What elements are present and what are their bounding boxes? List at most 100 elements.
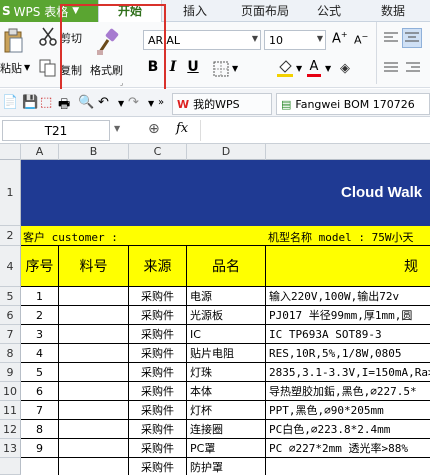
row-header-7[interactable]: 7 [0,325,21,344]
header-source[interactable]: 来源 [129,246,187,287]
italic-button[interactable]: I [166,59,180,75]
row-header-14[interactable] [0,458,21,475]
table-cell-name[interactable]: 灯珠 [187,363,266,382]
table-cell-part-no[interactable] [59,306,129,325]
column-header-d[interactable]: D [187,144,266,160]
table-cell-seq[interactable]: 4 [21,344,59,363]
name-box[interactable]: T21 [2,120,110,141]
tab-formulas[interactable]: 公式 [306,0,352,22]
table-cell-seq[interactable] [21,458,59,475]
table-cell-source[interactable]: 采购件 [129,420,187,439]
align-center-icon[interactable] [402,28,422,48]
table-cell-seq[interactable]: 6 [21,382,59,401]
font-size-select[interactable]: 10 ▼ [264,30,326,50]
zoom-icon[interactable]: ⊕ [148,121,160,137]
row-header-8[interactable]: 8 [0,344,21,363]
table-cell-source[interactable]: 采购件 [129,287,187,306]
header-name[interactable]: 品名 [187,246,266,287]
table-cell-seq[interactable]: 9 [21,439,59,458]
table-cell-name[interactable]: 灯杯 [187,401,266,420]
align-left-icon[interactable] [382,30,400,46]
table-cell-source[interactable]: 采购件 [129,401,187,420]
fill-color-icon[interactable] [276,58,294,78]
chevron-down-icon[interactable]: ▼ [24,63,30,72]
row-header-4[interactable]: 4 [0,246,21,287]
table-cell-spec[interactable] [266,458,430,475]
table-cell-seq[interactable]: 8 [21,420,59,439]
table-cell-seq[interactable]: 3 [21,325,59,344]
column-header-b[interactable]: B [59,144,129,160]
clear-format-icon[interactable]: ◈ [340,61,350,76]
chevron-down-icon[interactable]: ▼ [325,64,331,73]
tab-data[interactable]: 数据 [370,0,416,22]
copy-icon[interactable] [38,58,58,78]
font-color-icon[interactable]: A [306,58,322,78]
tab-page-layout[interactable]: 页面布局 [232,0,298,22]
row-header-1[interactable]: 1 [0,160,21,226]
undo-icon[interactable]: ↶ [98,95,109,110]
table-cell-seq[interactable]: 5 [21,363,59,382]
table-cell-source[interactable]: 采购件 [129,439,187,458]
select-all-corner[interactable] [0,144,21,160]
row-header-6[interactable]: 6 [0,306,21,325]
table-cell-name[interactable]: IC [187,325,266,344]
scissors-icon[interactable] [38,26,58,46]
table-cell-part-no[interactable] [59,420,129,439]
align-justify-icon[interactable] [382,60,400,76]
table-cell-name[interactable]: 贴片电阻 [187,344,266,363]
table-cell-name[interactable]: 光源板 [187,306,266,325]
table-cell-seq[interactable]: 2 [21,306,59,325]
underline-button[interactable]: U [186,59,200,75]
table-cell-source[interactable]: 采购件 [129,382,187,401]
indent-icon[interactable] [404,60,422,76]
increase-font-icon[interactable]: A+ [332,30,348,46]
save-icon[interactable]: 💾 [22,95,38,110]
row-header-11[interactable]: 11 [0,401,21,420]
border-icon[interactable] [212,60,230,78]
table-cell-part-no[interactable] [59,344,129,363]
customer-row[interactable]: 客户 customer : 机型名称 model : 75W小天 [21,226,430,246]
table-cell-name[interactable]: 防护罩 [187,458,266,475]
print-icon[interactable]: 🖶 [58,95,70,117]
chevron-down-icon[interactable]: ▼ [232,64,238,73]
formula-input[interactable] [200,120,428,141]
row-header-9[interactable]: 9 [0,363,21,382]
table-cell-part-no[interactable] [59,382,129,401]
table-cell-spec[interactable]: PC ∅227*2mm 透光率>88% [266,439,430,458]
table-cell-spec[interactable]: PJ017 半径99mm,厚1mm,圆 [266,306,430,325]
table-cell-spec[interactable]: 输入220V,100W,输出72v [266,287,430,306]
table-cell-spec[interactable]: PC白色,∅223.8*2.4mm [266,420,430,439]
paste-button[interactable]: 粘贴 [0,60,22,76]
print-preview-icon[interactable]: 🔍 [78,95,94,110]
table-cell-spec[interactable]: IC TP693A SOT89-3 [266,325,430,344]
table-cell-source[interactable]: 采购件 [129,344,187,363]
column-header-c[interactable]: C [129,144,187,160]
table-cell-source[interactable]: 采购件 [129,458,187,475]
fx-icon[interactable]: fx [176,121,188,136]
paste-icon[interactable] [2,28,24,54]
table-cell-part-no[interactable] [59,287,129,306]
row-header-13[interactable]: 13 [0,439,21,458]
table-cell-source[interactable]: 采购件 [129,363,187,382]
chevron-down-icon[interactable]: ▼ [114,124,120,133]
row-header-12[interactable]: 12 [0,420,21,439]
table-cell-name[interactable]: PC罩 [187,439,266,458]
row-header-5[interactable]: 5 [0,287,21,306]
column-header-a[interactable]: A [21,144,59,160]
row-header-10[interactable]: 10 [0,382,21,401]
pdf-export-icon[interactable]: 📄 [2,95,18,110]
row-header-2[interactable]: 2 [0,226,21,246]
table-cell-part-no[interactable] [59,401,129,420]
decrease-font-icon[interactable]: A− [354,32,368,47]
table-cell-name[interactable]: 电源 [187,287,266,306]
table-cell-part-no[interactable] [59,458,129,475]
table-cell-part-no[interactable] [59,439,129,458]
table-cell-name[interactable]: 本体 [187,382,266,401]
table-cell-name[interactable]: 连接圈 [187,420,266,439]
table-cell-source[interactable]: 采购件 [129,325,187,344]
table-cell-seq[interactable]: 7 [21,401,59,420]
tab-my-wps[interactable]: W 我的WPS [172,93,272,115]
header-part-no[interactable]: 料号 [59,246,129,287]
table-cell-seq[interactable]: 1 [21,287,59,306]
chevron-down-icon[interactable]: ▼ [296,64,302,73]
